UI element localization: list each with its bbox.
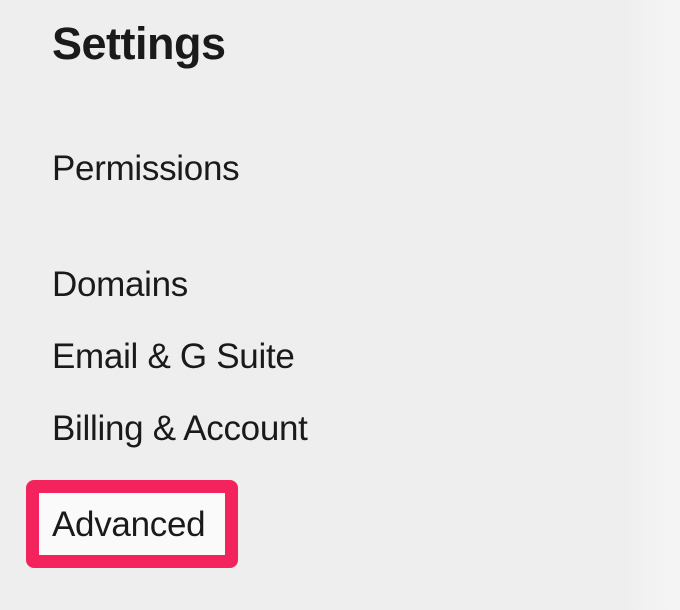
page-title: Settings <box>52 18 625 70</box>
nav-billing-account[interactable]: Billing & Account <box>52 408 625 450</box>
panel-edge <box>625 0 680 610</box>
nav-email-gsuite[interactable]: Email & G Suite <box>52 336 625 378</box>
nav-domains[interactable]: Domains <box>52 264 625 306</box>
nav-permissions[interactable]: Permissions <box>52 148 625 190</box>
nav-advanced[interactable]: Advanced <box>52 504 205 546</box>
